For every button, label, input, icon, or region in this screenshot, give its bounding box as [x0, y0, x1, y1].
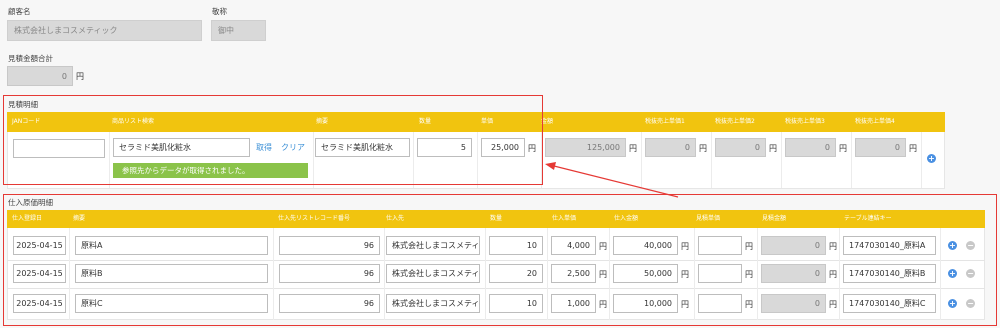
estimate-total-label: 見積金額合計 — [8, 54, 53, 63]
detail-header-price1: 税抜売上単価1 — [645, 118, 685, 125]
honorific-label: 敬称 — [212, 7, 227, 16]
amount-field: 125,000 — [545, 138, 626, 157]
detail-header-price2: 税抜売上単価2 — [715, 118, 755, 125]
price1-yen: 円 — [699, 144, 707, 153]
detail-header-price3: 税抜売上単価3 — [785, 118, 825, 125]
price3-yen: 円 — [839, 144, 847, 153]
price2-yen: 円 — [769, 144, 777, 153]
estimate-total-unit: 円 — [76, 72, 84, 81]
price4-yen: 円 — [909, 144, 917, 153]
arrow-annotation — [545, 162, 679, 198]
honorific-field[interactable]: 御中 — [211, 20, 266, 41]
price4-field: 0 — [855, 138, 906, 157]
estimate-total-field[interactable]: 0 — [7, 66, 73, 86]
customer-field[interactable]: 株式会社しまコスメティック — [7, 20, 202, 41]
detail-header-price4: 税抜売上単価4 — [855, 118, 895, 125]
price1-field: 0 — [645, 138, 696, 157]
price2-field: 0 — [715, 138, 766, 157]
add-detail-row-icon[interactable]: + — [927, 154, 936, 163]
amount-yen: 円 — [629, 144, 637, 153]
purchase-highlight-box — [3, 194, 997, 326]
price3-field: 0 — [785, 138, 836, 157]
detail-highlight-box — [3, 95, 543, 185]
customer-label: 顧客名 — [8, 7, 31, 16]
